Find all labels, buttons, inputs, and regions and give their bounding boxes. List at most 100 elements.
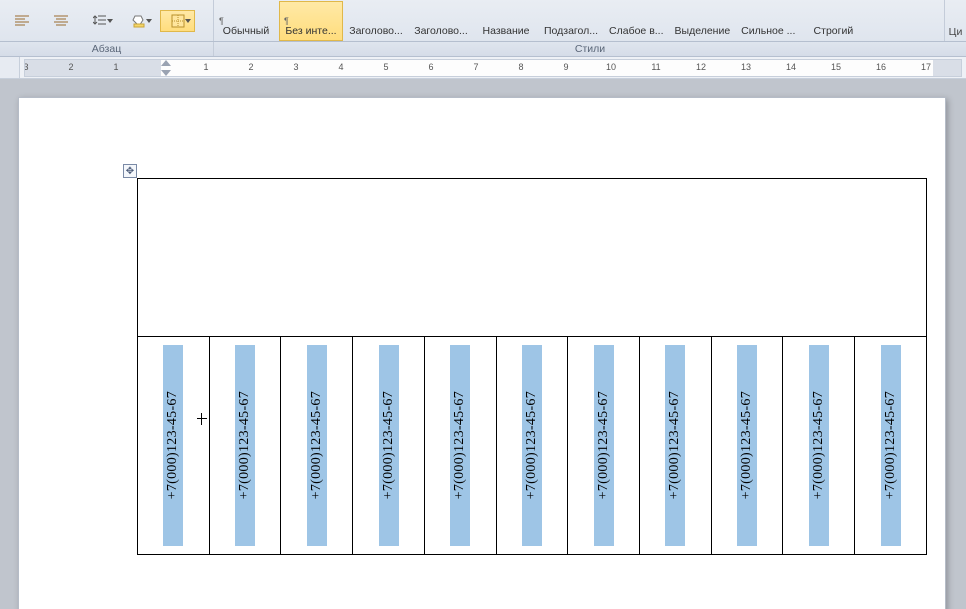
first-line-indent-marker[interactable] xyxy=(161,60,171,66)
phone-highlight: +7(000)123-45-67 xyxy=(163,345,183,546)
style-item-label: Выделение xyxy=(675,25,731,37)
style-item-label: Строгий xyxy=(814,25,854,37)
style-item[interactable]: Заголово... xyxy=(344,1,408,41)
ruler-number: 15 xyxy=(831,62,841,72)
ruler-number: 7 xyxy=(473,62,478,72)
ribbon-overflow[interactable]: Ци xyxy=(944,0,966,41)
phone-highlight: +7(000)123-45-67 xyxy=(809,345,829,546)
ruler-number: 10 xyxy=(606,62,616,72)
phone-highlight: +7(000)123-45-67 xyxy=(522,345,542,546)
table-cell[interactable]: +7(000)123-45-67 xyxy=(783,337,855,555)
phone-number: +7(000)123-45-67 xyxy=(811,391,827,499)
pilcrow-icon: ¶ xyxy=(284,16,289,26)
style-item[interactable]: ¶Без инте... xyxy=(279,1,343,41)
table-cell[interactable]: +7(000)123-45-67 xyxy=(281,337,353,555)
table-row[interactable]: +7(000)123-45-67 +7(000)123-45-67 +7(000)1… xyxy=(138,337,927,555)
style-item[interactable]: Строгий xyxy=(801,1,865,41)
phone-number: +7(000)123-45-67 xyxy=(165,391,181,499)
ruler-number: 4 xyxy=(338,62,343,72)
style-item[interactable]: Подзагол... xyxy=(539,1,603,41)
phone-number: +7(000)123-45-67 xyxy=(309,391,325,499)
table-cell[interactable]: +7(000)123-45-67 xyxy=(640,337,712,555)
style-item[interactable]: Сильное ... xyxy=(736,1,800,41)
phone-highlight: +7(000)123-45-67 xyxy=(379,345,399,546)
phone-highlight: +7(000)123-45-67 xyxy=(307,345,327,546)
style-item[interactable]: ¶Обычный xyxy=(214,1,278,41)
ruler-number: 2 xyxy=(68,62,73,72)
ruler-number: 6 xyxy=(428,62,433,72)
ribbon-group-labels: Абзац Стили xyxy=(0,42,966,57)
ruler-number: 11 xyxy=(651,62,660,72)
phone-highlight: +7(000)123-45-67 xyxy=(665,345,685,546)
phone-number: +7(000)123-45-67 xyxy=(667,391,683,499)
style-item-label: Заголово... xyxy=(349,25,403,37)
phone-highlight: +7(000)123-45-67 xyxy=(737,345,757,546)
table-cell[interactable]: +7(000)123-45-67 xyxy=(424,337,496,555)
ribbon: ¶Обычный¶Без инте...Заголово...Заголово.… xyxy=(0,0,966,42)
table-cell[interactable]: +7(000)123-45-67 xyxy=(568,337,640,555)
phone-number: +7(000)123-45-67 xyxy=(452,391,468,499)
style-item-label: Без инте... xyxy=(285,25,336,37)
horizontal-ruler[interactable]: 1234567891011121314151617123 xyxy=(24,59,962,77)
align-button[interactable] xyxy=(4,10,39,32)
table-cell[interactable]: +7(000)123-45-67 xyxy=(209,337,281,555)
shading-button[interactable] xyxy=(121,10,156,32)
ruler-number: 14 xyxy=(786,62,796,72)
phone-number: +7(000)123-45-67 xyxy=(739,391,755,499)
ruler-number: 5 xyxy=(383,62,388,72)
style-item-label: Заголово... xyxy=(414,25,468,37)
align-button-2[interactable] xyxy=(43,10,78,32)
ruler-number: 1 xyxy=(203,62,208,72)
table-move-handle-icon[interactable]: ✥ xyxy=(123,164,137,178)
style-item[interactable]: Выделение xyxy=(670,1,736,41)
ruler-number: 2 xyxy=(248,62,253,72)
phone-highlight: +7(000)123-45-67 xyxy=(450,345,470,546)
ruler-row: 1234567891011121314151617123 xyxy=(0,57,966,79)
ruler-spacer xyxy=(0,57,20,78)
styles-gallery[interactable]: ¶Обычный¶Без инте...Заголово...Заголово.… xyxy=(214,0,944,41)
ruler-number: 8 xyxy=(518,62,523,72)
ruler-number: 9 xyxy=(563,62,568,72)
phone-highlight: +7(000)123-45-67 xyxy=(881,345,901,546)
phone-number: +7(000)123-45-67 xyxy=(381,391,397,499)
table-row[interactable] xyxy=(138,179,927,337)
table-cell[interactable]: +7(000)123-45-67 xyxy=(138,337,210,555)
ruler-number: 3 xyxy=(24,62,29,72)
ruler-number: 3 xyxy=(293,62,298,72)
line-spacing-button[interactable] xyxy=(82,10,117,32)
page[interactable]: ✥ +7(000)123-45-67+7(000)123-45-67+7(000… xyxy=(18,97,946,609)
table-cell[interactable]: +7(000)123-45-67 xyxy=(711,337,783,555)
ruler-number: 13 xyxy=(741,62,751,72)
phone-number: +7(000)123-45-67 xyxy=(524,391,540,499)
pilcrow-icon: ¶ xyxy=(219,16,224,26)
paragraph-group-label: Абзац xyxy=(0,42,214,56)
table-cell[interactable]: +7(000)123-45-67 xyxy=(353,337,425,555)
ruler-number: 16 xyxy=(876,62,886,72)
paragraph-group xyxy=(0,0,214,41)
style-item-label: Обычный xyxy=(223,25,269,37)
style-item[interactable]: Название xyxy=(474,1,538,41)
style-item[interactable]: Слабое в... xyxy=(604,1,669,41)
style-item-label: Сильное ... xyxy=(741,25,795,37)
style-item-label: Слабое в... xyxy=(609,25,664,37)
text-cursor-icon xyxy=(201,418,211,419)
style-item[interactable]: Заголово... xyxy=(409,1,473,41)
hanging-indent-marker[interactable] xyxy=(161,70,171,76)
phone-number: +7(000)123-45-67 xyxy=(237,391,253,499)
ruler-number: 1 xyxy=(113,62,118,72)
borders-button[interactable] xyxy=(160,10,195,32)
table-cell[interactable]: +7(000)123-45-67 xyxy=(496,337,568,555)
ruler-number: 12 xyxy=(696,62,706,72)
phone-number: +7(000)123-45-67 xyxy=(883,391,899,499)
style-item-label: Название xyxy=(483,25,530,37)
phone-highlight: +7(000)123-45-67 xyxy=(594,345,614,546)
table-cell[interactable]: +7(000)123-45-67 xyxy=(855,337,927,555)
phone-highlight: +7(000)123-45-67 xyxy=(235,345,255,546)
table-header-cell[interactable] xyxy=(138,179,927,337)
ruler-number: 17 xyxy=(921,62,931,72)
phone-number: +7(000)123-45-67 xyxy=(596,391,612,499)
style-item-label: Подзагол... xyxy=(544,25,598,37)
document-area[interactable]: ✥ +7(000)123-45-67+7(000)123-45-67+7(000… xyxy=(0,79,966,609)
styles-group-label: Стили xyxy=(214,42,966,56)
document-table[interactable]: +7(000)123-45-67 +7(000)123-45-67 +7(000)1… xyxy=(137,178,927,555)
